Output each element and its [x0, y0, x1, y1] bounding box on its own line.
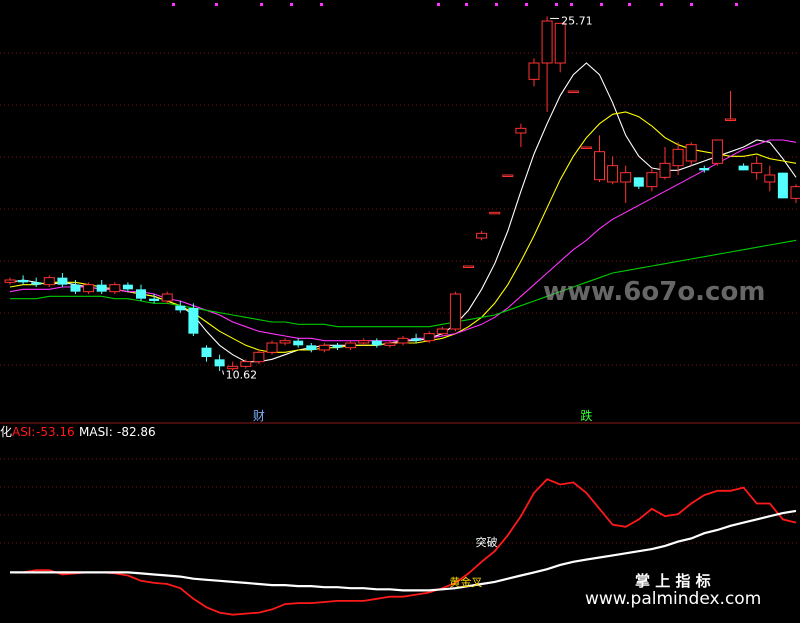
candle — [489, 211, 501, 215]
event-marker: 跌 — [580, 408, 592, 423]
candle — [711, 139, 723, 166]
candle — [646, 168, 658, 192]
asi-label: ASI: — [12, 425, 35, 439]
candle — [332, 343, 343, 350]
marker-dot — [215, 3, 218, 6]
candle — [764, 165, 776, 192]
candle — [358, 338, 370, 346]
candle — [463, 265, 474, 268]
candle — [188, 303, 199, 336]
marker-dot — [600, 3, 603, 6]
stock-chart: 25.71 10.62 财 跌 突破黄金叉 化 ASI: -53.16 MASI: -… — [0, 3, 800, 616]
candle — [567, 90, 579, 93]
candle — [725, 91, 736, 122]
indicator-grid — [0, 458, 800, 544]
masi-label: MASI: — [79, 425, 113, 439]
asi-value: -53.16 — [36, 425, 75, 439]
candle — [31, 277, 42, 287]
watermark-url: www.palmindex.com — [585, 589, 761, 609]
candle — [541, 16, 553, 112]
marker-dot — [570, 3, 573, 6]
candle — [607, 156, 619, 185]
candle — [4, 277, 16, 285]
candle — [318, 343, 330, 353]
candle — [253, 350, 265, 364]
candle — [371, 338, 382, 348]
candle — [136, 284, 146, 301]
marker-dot — [660, 3, 663, 6]
candle — [594, 135, 605, 182]
candle — [738, 163, 749, 171]
price-callout: 25.71 — [561, 14, 593, 27]
candle — [122, 282, 133, 292]
candle — [214, 354, 225, 371]
marker-dot — [690, 3, 693, 6]
candle — [43, 275, 55, 287]
watermark-cn: 掌 上 指 标 — [635, 572, 711, 590]
candle — [790, 184, 800, 203]
price-callout: 10.62 — [226, 369, 258, 382]
indicator-annotation: 黄金叉 — [449, 575, 482, 589]
price-grid — [0, 52, 800, 366]
marker-dot — [320, 3, 323, 6]
moving-average-lines — [9, 62, 797, 363]
candle — [659, 147, 671, 180]
candle — [306, 343, 317, 353]
candle — [751, 156, 763, 180]
candle — [449, 291, 461, 332]
candle — [476, 231, 488, 241]
candle — [201, 345, 212, 362]
candle — [345, 340, 357, 350]
candle — [384, 340, 396, 348]
top-marker-dots — [172, 3, 738, 6]
candle — [18, 275, 29, 285]
candle — [554, 22, 566, 73]
indicator-annotation: 突破 — [476, 535, 498, 549]
watermark-top: www.6o7o.com — [543, 277, 765, 307]
marker-dot — [628, 3, 631, 6]
candlesticks — [4, 16, 800, 371]
marker-dot — [735, 3, 738, 6]
masi-value: -82.86 — [117, 425, 156, 439]
candle — [397, 336, 409, 346]
candle — [528, 58, 540, 87]
candle — [685, 142, 697, 166]
marker-dot — [465, 3, 468, 6]
marker-dot — [555, 3, 558, 6]
candle — [96, 280, 107, 294]
marker-dot — [290, 3, 293, 6]
candle — [580, 146, 592, 149]
candle — [633, 177, 644, 189]
indicator-prefix: 化 — [0, 425, 12, 439]
marker-dot — [260, 3, 263, 6]
candle — [293, 338, 304, 348]
candle — [279, 338, 291, 346]
indicator-header: 化 ASI: -53.16 MASI: -82.86 — [0, 425, 156, 439]
marker-dot — [525, 3, 528, 6]
candle — [57, 273, 68, 287]
candle — [777, 172, 788, 199]
event-marker: 财 — [253, 409, 265, 423]
candle — [515, 123, 527, 147]
candle — [502, 174, 514, 177]
candle — [620, 165, 632, 203]
marker-dot — [495, 3, 498, 6]
candle — [109, 282, 121, 294]
marker-dot — [437, 3, 440, 6]
marker-dot — [172, 3, 175, 6]
ma-line-1 — [9, 62, 797, 363]
candle — [161, 291, 173, 304]
candle — [240, 359, 252, 369]
candle — [266, 340, 278, 355]
price-callout-line — [222, 370, 225, 375]
